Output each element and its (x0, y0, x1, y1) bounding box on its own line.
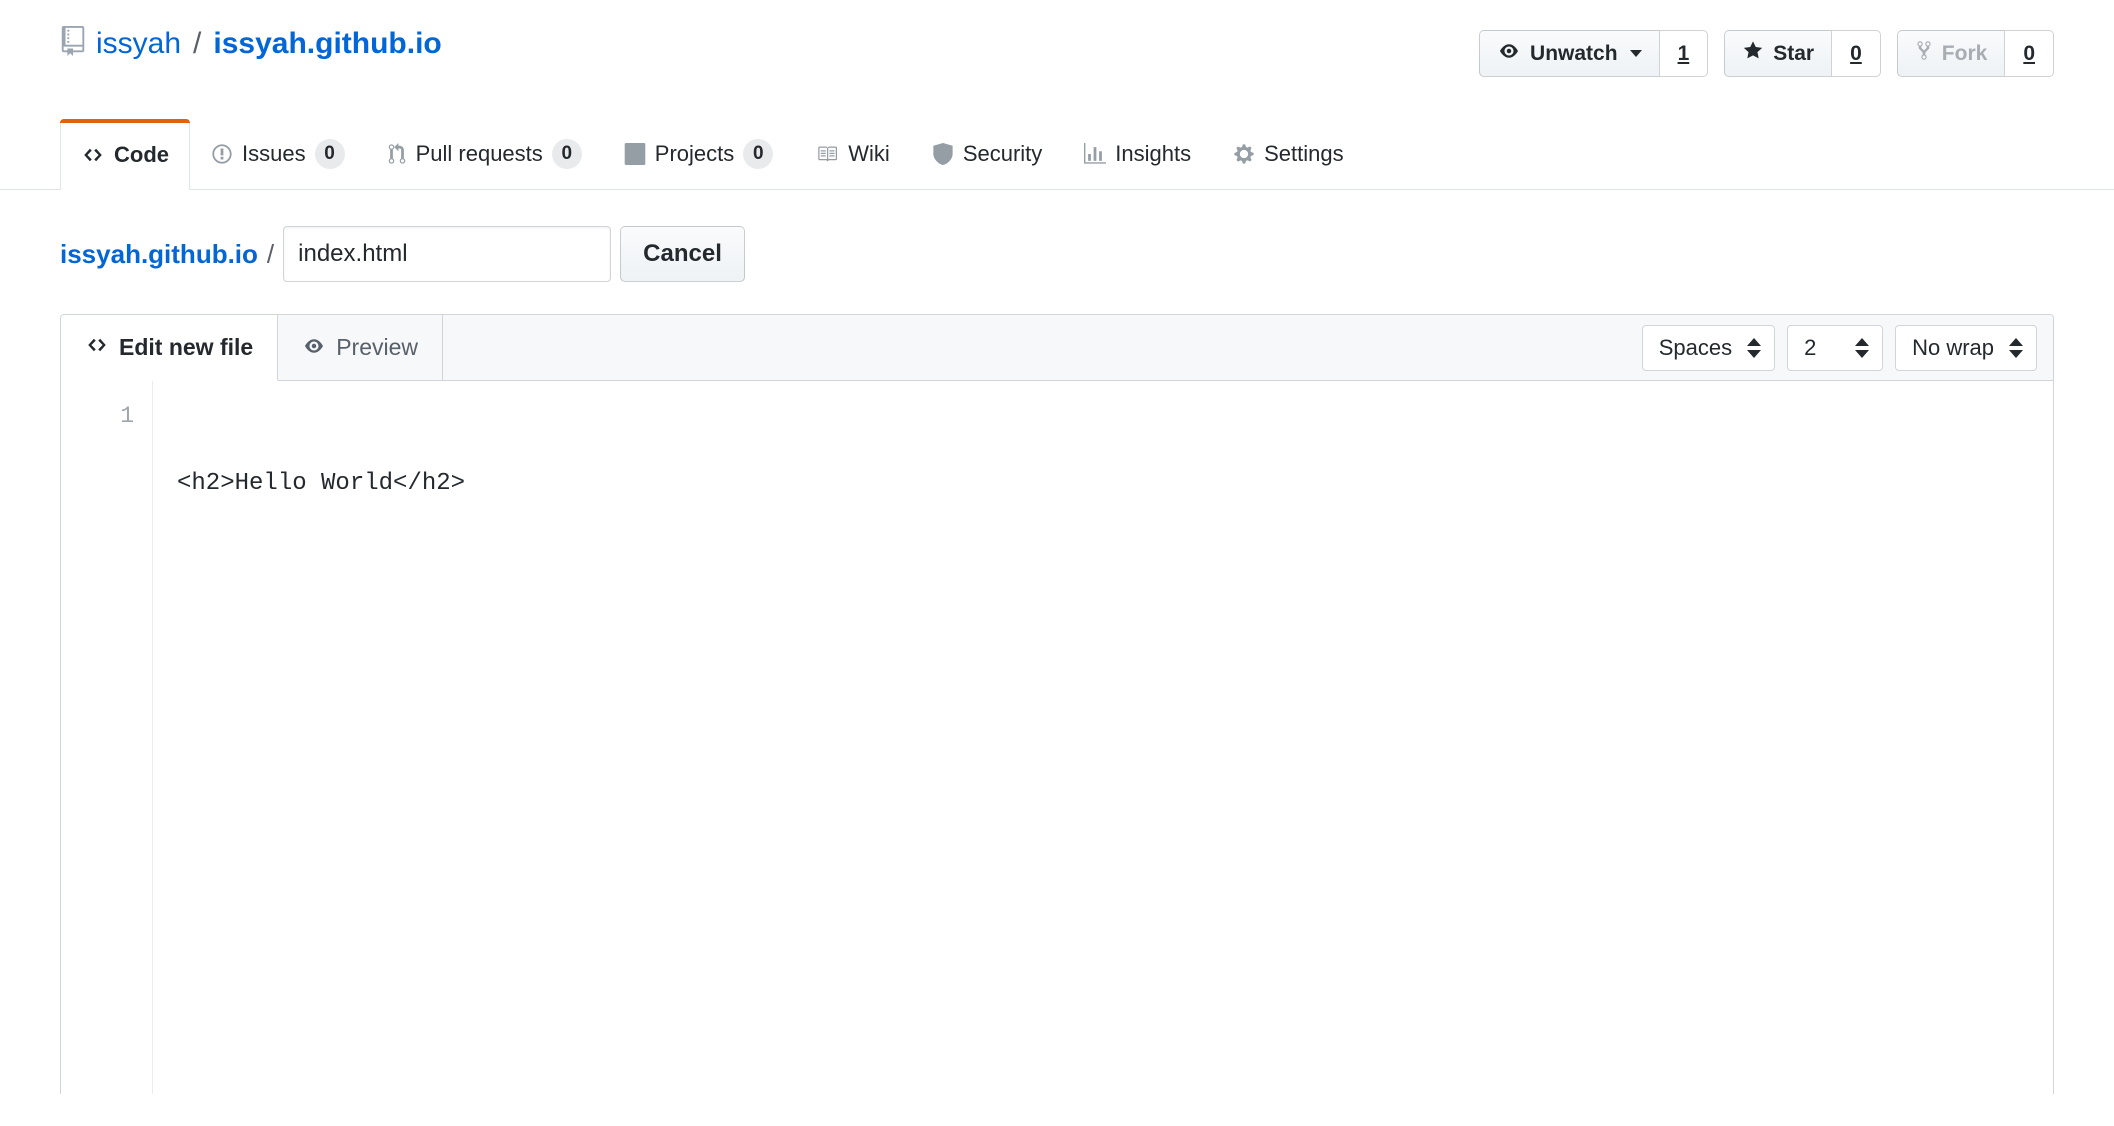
code-content[interactable]: <h2>Hello World</h2> (153, 381, 2053, 1094)
tab-settings-label: Settings (1264, 141, 1344, 166)
gear-icon (1233, 143, 1255, 165)
tab-projects[interactable]: Projects 0 (603, 118, 794, 189)
tab-security-label: Security (962, 141, 1043, 166)
project-board-icon (624, 143, 646, 165)
fork-icon (1915, 40, 1933, 67)
file-path-row: issyah.github.io / Cancel (0, 190, 2114, 282)
tab-wiki[interactable]: Wiki (794, 118, 911, 189)
tab-preview-label: Preview (336, 334, 418, 360)
tab-settings[interactable]: Settings (1212, 118, 1365, 189)
git-pull-request-icon (387, 143, 407, 165)
code-line: <h2>Hello World</h2> (177, 470, 466, 497)
tab-pull-requests-counter: 0 (551, 139, 582, 169)
tab-insights-label: Insights (1115, 141, 1192, 166)
chevron-updown-icon (1855, 337, 1870, 358)
shield-icon (932, 143, 954, 165)
issue-opened-icon (211, 143, 233, 165)
watch-button-group: Unwatch 1 (1479, 30, 1709, 77)
tab-projects-label: Projects (654, 141, 735, 166)
wrap-mode-select[interactable]: No wrap (1895, 324, 2037, 371)
tab-issues-counter: 0 (314, 139, 345, 169)
repo-header: issyah / issyah.github.io Unwatch 1 Star… (0, 0, 2114, 118)
chevron-updown-icon (2009, 337, 2023, 358)
repo-book-icon (60, 26, 86, 62)
star-button[interactable]: Star (1724, 30, 1832, 77)
editor-settings: Spaces 2 No wrap (1641, 315, 2053, 380)
tab-security[interactable]: Security (911, 118, 1063, 189)
indent-size-select[interactable]: 2 (1787, 324, 1884, 371)
editor-tabbar: Edit new file Preview Spaces 2 No wrap (61, 315, 2053, 381)
tab-preview[interactable]: Preview (278, 315, 443, 380)
indent-size-value: 2 (1804, 334, 1817, 360)
indent-mode-value: Spaces (1658, 334, 1733, 360)
chevron-updown-icon (1747, 337, 1762, 358)
line-number-gutter: 1 (61, 381, 153, 1094)
fork-label: Fork (1941, 41, 1988, 65)
file-editor: Edit new file Preview Spaces 2 No wrap 1… (60, 314, 2054, 1094)
tab-pull-requests[interactable]: Pull requests 0 (366, 118, 603, 189)
tab-wiki-label: Wiki (848, 141, 890, 166)
star-label: Star (1773, 41, 1815, 65)
fork-button-group: Fork 0 (1896, 30, 2054, 77)
code-editor-area[interactable]: 1 <h2>Hello World</h2> (61, 381, 2053, 1094)
tab-edit-new-file-label: Edit new file (119, 334, 254, 360)
star-icon (1742, 40, 1764, 67)
graph-icon (1084, 143, 1107, 165)
repo-separator: / (193, 27, 202, 60)
cancel-button[interactable]: Cancel (620, 226, 745, 282)
chevron-down-icon (1629, 50, 1642, 57)
eye-icon (1497, 42, 1521, 66)
tab-issues[interactable]: Issues 0 (190, 118, 366, 189)
watchers-count[interactable]: 1 (1658, 30, 1709, 77)
indent-mode-select[interactable]: Spaces (1641, 324, 1776, 371)
tab-pull-requests-label: Pull requests (415, 141, 543, 166)
repo-name-link[interactable]: issyah.github.io (213, 29, 441, 59)
book-icon (815, 144, 839, 164)
line-number: 1 (120, 403, 134, 429)
tab-edit-new-file[interactable]: Edit new file (61, 315, 279, 381)
unwatch-label: Unwatch (1530, 41, 1618, 65)
filename-input[interactable] (283, 226, 612, 282)
tab-insights[interactable]: Insights (1063, 118, 1212, 189)
code-icon (85, 334, 109, 361)
tab-projects-counter: 0 (743, 139, 774, 169)
tab-code-label: Code (114, 141, 169, 167)
stargazers-count[interactable]: 0 (1831, 30, 1881, 77)
fork-button[interactable]: Fork (1896, 30, 2005, 77)
code-icon (81, 145, 105, 165)
breadcrumb-separator: / (266, 238, 275, 269)
unwatch-button[interactable]: Unwatch (1479, 30, 1659, 77)
repo-actions: Unwatch 1 Star 0 Fork 0 (1479, 30, 2054, 77)
wrap-mode-value: No wrap (1912, 334, 1994, 360)
repo-owner-link[interactable]: issyah (96, 29, 181, 59)
tab-code[interactable]: Code (60, 119, 190, 190)
breadcrumb-repo-root[interactable]: issyah.github.io (60, 239, 258, 270)
eye-icon (302, 334, 326, 361)
repo-nav: Code Issues 0 Pull requests 0 Projects 0… (0, 118, 2114, 190)
forks-count[interactable]: 0 (2004, 30, 2054, 77)
star-button-group: Star 0 (1724, 30, 1881, 77)
tab-issues-label: Issues (242, 141, 306, 166)
